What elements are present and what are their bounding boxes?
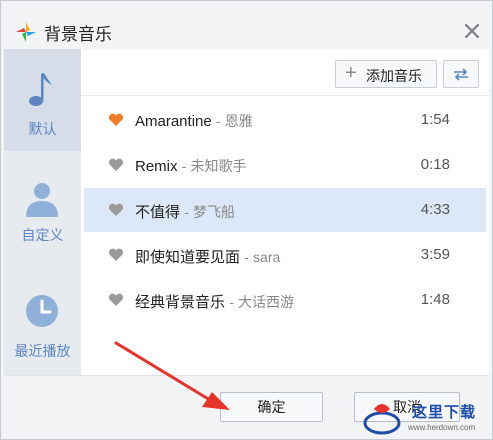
song-artist: 梦飞船 xyxy=(193,204,236,220)
sidebar-item-label: 最近播放 xyxy=(14,343,71,359)
background-music-dialog: 背景音乐 默认 自定义 最近播放 + 添加音乐 Amarantine - 恩雅 … xyxy=(0,0,493,440)
song-duration: 3:59 xyxy=(420,246,450,263)
song-title: 不值得 xyxy=(135,204,181,221)
song-row-selected[interactable]: 不值得 - 梦飞船 4:33 xyxy=(84,188,486,232)
song-list-panel: + 添加音乐 Amarantine - 恩雅 1:54 Remix - 未知歌手… xyxy=(81,49,489,375)
song-row[interactable]: 经典背景音乐 - 大话西游 1:48 xyxy=(84,278,486,322)
watermark-text: 这里下载 xyxy=(412,403,477,421)
song-entry: Amarantine - 恩雅 xyxy=(135,111,253,131)
footer-divider xyxy=(4,375,489,376)
song-artist: 未知歌手 xyxy=(190,158,247,174)
song-duration: 0:18 xyxy=(420,156,450,173)
clock-icon xyxy=(26,295,58,327)
song-duration: 1:48 xyxy=(420,291,450,308)
song-artist: 大话西游 xyxy=(238,294,295,310)
song-entry: 不值得 - 梦飞船 xyxy=(135,201,235,222)
favorite-heart-icon[interactable] xyxy=(108,248,124,262)
plus-icon: + xyxy=(345,62,357,84)
close-icon[interactable] xyxy=(462,21,482,41)
song-entry: Remix - 未知歌手 xyxy=(135,156,247,176)
song-separator: - xyxy=(215,113,221,129)
song-title: 经典背景音乐 xyxy=(135,294,226,311)
sidebar: 默认 自定义 最近播放 xyxy=(4,49,81,375)
song-row[interactable]: 即使知道要见面 - sara 3:59 xyxy=(84,233,486,277)
song-separator: - xyxy=(244,249,249,265)
song-title: Amarantine xyxy=(135,113,212,130)
favorite-heart-icon[interactable] xyxy=(108,158,124,172)
song-row[interactable]: Amarantine - 恩雅 1:54 xyxy=(84,98,486,142)
favorite-heart-icon[interactable] xyxy=(108,113,124,127)
loop-icon xyxy=(454,68,468,81)
favorite-heart-icon[interactable] xyxy=(108,203,124,217)
title-bar: 背景音乐 xyxy=(1,1,492,45)
sidebar-item-custom[interactable]: 自定义 xyxy=(4,161,81,263)
song-artist: 恩雅 xyxy=(224,113,253,129)
sidebar-item-recent[interactable]: 最近播放 xyxy=(4,273,81,375)
add-music-label: 添加音乐 xyxy=(366,68,422,84)
loop-mode-button[interactable] xyxy=(443,60,479,88)
music-note-icon xyxy=(29,73,52,106)
sidebar-item-label: 自定义 xyxy=(21,227,64,243)
app-logo-icon xyxy=(16,22,36,42)
user-icon xyxy=(26,183,58,217)
song-duration: 4:33 xyxy=(420,201,450,218)
window-title: 背景音乐 xyxy=(44,25,112,44)
song-separator: - xyxy=(184,204,189,220)
song-entry: 经典背景音乐 - 大话西游 xyxy=(135,291,294,312)
song-duration: 1:54 xyxy=(420,111,450,128)
sidebar-item-label: 默认 xyxy=(28,121,57,137)
song-title: 即使知道要见面 xyxy=(135,249,241,266)
annotation-arrow-icon xyxy=(114,341,230,410)
song-separator: - xyxy=(229,294,234,310)
song-separator: - xyxy=(181,158,187,174)
song-title: Remix xyxy=(135,158,178,175)
song-entry: 即使知道要见面 - sara xyxy=(135,246,280,267)
toolbar: + 添加音乐 xyxy=(81,49,489,96)
watermark-url: www.herdown.com xyxy=(408,423,476,432)
sidebar-item-default[interactable]: 默认 xyxy=(4,49,81,151)
add-music-button[interactable]: + 添加音乐 xyxy=(335,60,437,88)
favorite-heart-icon[interactable] xyxy=(108,293,124,307)
song-row[interactable]: Remix - 未知歌手 0:18 xyxy=(84,143,486,187)
song-artist: sara xyxy=(253,249,281,265)
